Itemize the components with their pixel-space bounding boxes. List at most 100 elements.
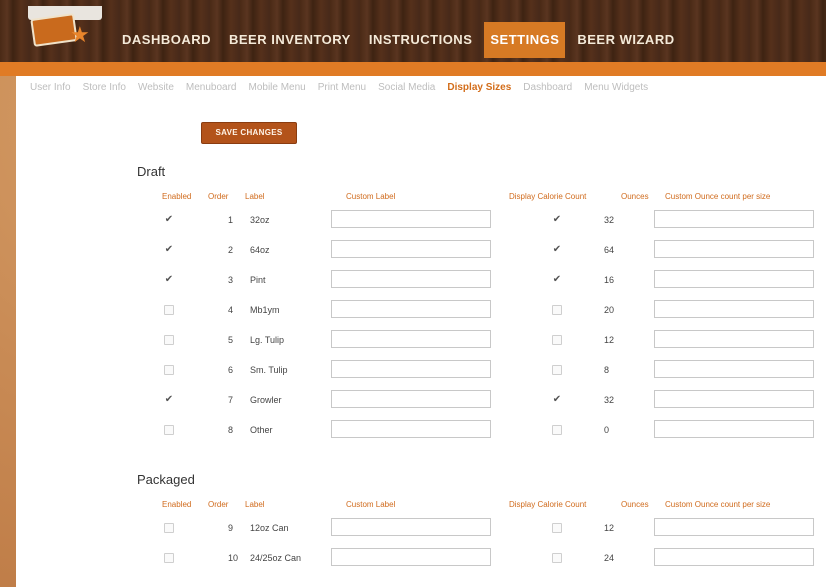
- order-value: 3: [228, 275, 234, 285]
- enabled-checkbox[interactable]: [164, 305, 174, 315]
- display-calorie-checkbox[interactable]: ✔: [552, 275, 562, 285]
- display-calorie-checkbox[interactable]: [552, 365, 562, 375]
- subnav-item-website[interactable]: Website: [138, 82, 174, 93]
- custom-label-input[interactable]: [331, 330, 491, 348]
- header-accent-band: [0, 62, 826, 76]
- custom-ounce-input[interactable]: [654, 420, 814, 438]
- custom-label-input[interactable]: [331, 300, 491, 318]
- custom-ounce-input[interactable]: [654, 270, 814, 288]
- nav-item-dashboard[interactable]: Dashboard: [116, 22, 217, 58]
- ounces-value: 8: [604, 365, 610, 375]
- size-label: Growler: [250, 395, 282, 405]
- order-value: 10: [228, 553, 239, 563]
- subnav-item-print-menu[interactable]: Print Menu: [318, 82, 366, 93]
- custom-ounce-input[interactable]: [654, 360, 814, 378]
- settings-subnav: User Info Store Info Website Menuboard Mobil…: [30, 82, 648, 93]
- custom-label-input[interactable]: [331, 420, 491, 438]
- custom-ounce-input[interactable]: [654, 240, 814, 258]
- subnav-item-user-info[interactable]: User Info: [30, 82, 71, 93]
- custom-ounce-input[interactable]: [654, 330, 814, 348]
- subnav-item-store-info[interactable]: Store Info: [83, 82, 126, 93]
- custom-ounce-input[interactable]: [654, 300, 814, 318]
- col-header-custom-label: Custom Label: [346, 192, 396, 201]
- custom-ounce-input[interactable]: [654, 548, 814, 566]
- size-label: Mb1ym: [250, 305, 280, 315]
- col-header-ounces: Ounces: [621, 500, 649, 509]
- enabled-checkbox[interactable]: [164, 425, 174, 435]
- col-header-ounces: Ounces: [621, 192, 649, 201]
- size-label: Other: [250, 425, 273, 435]
- col-header-custom-ounce: Custom Ounce count per size: [665, 500, 771, 509]
- ounces-value: 32: [604, 395, 615, 405]
- enabled-checkbox[interactable]: ✔: [164, 215, 174, 225]
- order-value: 4: [228, 305, 234, 315]
- col-header-enabled: Enabled: [162, 192, 192, 201]
- custom-label-input[interactable]: [331, 240, 491, 258]
- order-value: 6: [228, 365, 234, 375]
- custom-label-input[interactable]: [331, 210, 491, 228]
- nav-item-settings[interactable]: Settings: [484, 22, 566, 58]
- custom-label-input[interactable]: [331, 360, 491, 378]
- order-value: 7: [228, 395, 234, 405]
- display-calorie-checkbox[interactable]: [552, 553, 562, 563]
- display-calorie-checkbox[interactable]: ✔: [552, 215, 562, 225]
- subnav-item-mobile-menu[interactable]: Mobile Menu: [248, 82, 305, 93]
- display-calorie-checkbox[interactable]: [552, 523, 562, 533]
- custom-label-input[interactable]: [331, 518, 491, 536]
- enabled-checkbox[interactable]: [164, 553, 174, 563]
- section-title: Draft: [137, 164, 166, 179]
- ounces-value: 12: [604, 335, 615, 345]
- size-label: Lg. Tulip: [250, 335, 285, 345]
- size-label: 32oz: [250, 215, 270, 225]
- order-value: 9: [228, 523, 234, 533]
- ounces-value: 64: [604, 245, 615, 255]
- top-header: ★ Dashboard Beer Inventory Instructions Set…: [0, 0, 826, 66]
- custom-label-input[interactable]: [331, 390, 491, 408]
- logo[interactable]: ★: [14, 6, 102, 47]
- ounces-value: 16: [604, 275, 615, 285]
- display-calorie-checkbox[interactable]: ✔: [552, 245, 562, 255]
- col-header-custom-label: Custom Label: [346, 500, 396, 509]
- custom-ounce-input[interactable]: [654, 518, 814, 536]
- save-changes-button[interactable]: SAVE CHANGES: [201, 122, 297, 144]
- nav-item-beer-wizard[interactable]: Beer Wizard: [571, 22, 680, 58]
- order-value: 8: [228, 425, 234, 435]
- enabled-checkbox[interactable]: [164, 335, 174, 345]
- nav-item-beer-inventory[interactable]: Beer Inventory: [223, 22, 357, 58]
- custom-label-input[interactable]: [331, 548, 491, 566]
- col-header-order: Order: [208, 192, 229, 201]
- display-calorie-checkbox[interactable]: ✔: [552, 395, 562, 405]
- display-calorie-checkbox[interactable]: [552, 425, 562, 435]
- enabled-checkbox[interactable]: [164, 523, 174, 533]
- custom-ounce-input[interactable]: [654, 210, 814, 228]
- subnav-item-dashboard[interactable]: Dashboard: [523, 82, 572, 93]
- custom-label-input[interactable]: [331, 270, 491, 288]
- enabled-checkbox[interactable]: ✔: [164, 395, 174, 405]
- order-value: 5: [228, 335, 234, 345]
- main-nav: Dashboard Beer Inventory Instructions Setti…: [116, 22, 687, 58]
- custom-ounce-input[interactable]: [654, 390, 814, 408]
- subnav-item-menu-widgets[interactable]: Menu Widgets: [584, 82, 648, 93]
- settings-panel: User Info Store Info Website Menuboard Mobil…: [16, 76, 826, 587]
- size-label: Sm. Tulip: [250, 365, 288, 375]
- size-label: Pint: [250, 275, 266, 285]
- nav-item-instructions[interactable]: Instructions: [363, 22, 479, 58]
- display-calorie-checkbox[interactable]: [552, 305, 562, 315]
- subnav-item-menuboard[interactable]: Menuboard: [186, 82, 237, 93]
- enabled-checkbox[interactable]: ✔: [164, 245, 174, 255]
- display-calorie-checkbox[interactable]: [552, 335, 562, 345]
- ounces-value: 12: [604, 523, 615, 533]
- order-value: 2: [228, 245, 234, 255]
- star-icon: ★: [70, 22, 90, 47]
- size-label: 12oz Can: [250, 523, 289, 533]
- subnav-item-social-media[interactable]: Social Media: [378, 82, 435, 93]
- col-header-label: Label: [245, 192, 265, 201]
- col-header-label: Label: [245, 500, 265, 509]
- order-value: 1: [228, 215, 234, 225]
- enabled-checkbox[interactable]: [164, 365, 174, 375]
- section-title: Packaged: [137, 472, 195, 487]
- ounces-value: 0: [604, 425, 610, 435]
- enabled-checkbox[interactable]: ✔: [164, 275, 174, 285]
- col-header-display-calorie: Display Calorie Count: [509, 500, 587, 509]
- subnav-item-display-sizes[interactable]: Display Sizes: [447, 82, 511, 93]
